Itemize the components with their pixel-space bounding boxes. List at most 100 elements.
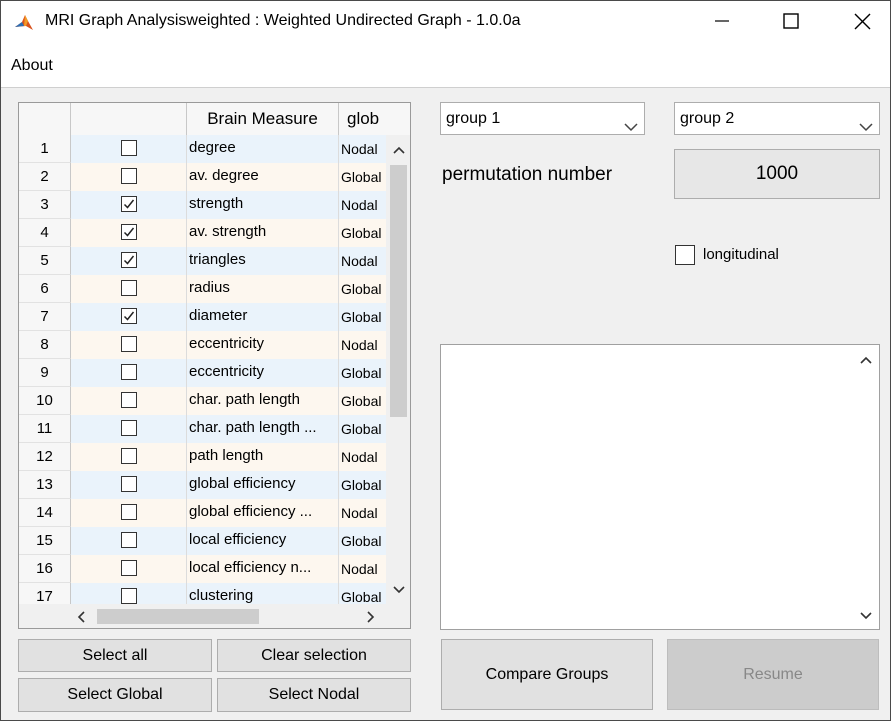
measure-type[interactable]: Nodal (339, 555, 386, 583)
measure-type[interactable]: Nodal (339, 499, 386, 527)
table-row[interactable]: 12 path length Nodal (19, 443, 386, 471)
measure-checkbox[interactable] (121, 224, 137, 240)
measure-type[interactable]: Nodal (339, 191, 386, 219)
table-row[interactable]: 1 degree Nodal (19, 135, 386, 163)
measure-name[interactable]: char. path length (187, 387, 339, 415)
scroll-left-icon[interactable] (77, 610, 85, 627)
measure-name[interactable]: strength (187, 191, 339, 219)
measure-name[interactable]: local efficiency (187, 527, 339, 555)
select-nodal-button[interactable]: Select Nodal (217, 678, 411, 712)
table-row[interactable]: 10 char. path length Global (19, 387, 386, 415)
measure-name[interactable]: clustering (187, 583, 339, 604)
scroll-down-icon[interactable] (859, 609, 873, 623)
measure-name[interactable]: radius (187, 275, 339, 303)
measure-checkbox[interactable] (121, 476, 137, 492)
row-number: 12 (19, 443, 71, 471)
table-row[interactable]: 13 global efficiency Global (19, 471, 386, 499)
scroll-up-icon[interactable] (390, 141, 407, 158)
clear-selection-button[interactable]: Clear selection (217, 639, 411, 672)
measure-name[interactable]: eccentricity (187, 331, 339, 359)
vertical-scroll-thumb[interactable] (390, 165, 407, 417)
measure-checkbox[interactable] (121, 196, 137, 212)
output-log-area[interactable] (440, 344, 880, 630)
measure-type[interactable]: Global (339, 303, 386, 331)
measure-name[interactable]: av. degree (187, 163, 339, 191)
row-number: 11 (19, 415, 71, 443)
measure-checkbox[interactable] (121, 588, 137, 604)
header-brain-measure[interactable]: Brain Measure (187, 103, 339, 135)
measure-name[interactable]: local efficiency n... (187, 555, 339, 583)
measure-type[interactable]: Global (339, 471, 386, 499)
measure-checkbox[interactable] (121, 504, 137, 520)
permutation-number-field[interactable]: 1000 (674, 149, 880, 199)
table-row[interactable]: 11 char. path length ... Global (19, 415, 386, 443)
maximize-button[interactable] (756, 1, 826, 45)
measure-checkbox[interactable] (121, 336, 137, 352)
scroll-right-icon[interactable] (367, 610, 375, 627)
measure-name[interactable]: path length (187, 443, 339, 471)
measure-type[interactable]: Global (339, 583, 386, 604)
select-all-button[interactable]: Select all (18, 639, 212, 672)
table-row[interactable]: 2 av. degree Global (19, 163, 386, 191)
group1-select[interactable]: group 1 (440, 102, 645, 135)
group2-select[interactable]: group 2 (674, 102, 880, 135)
measure-name[interactable]: global efficiency (187, 471, 339, 499)
table-row[interactable]: 7 diameter Global (19, 303, 386, 331)
table-row[interactable]: 14 global efficiency ... Nodal (19, 499, 386, 527)
table-row[interactable]: 15 local efficiency Global (19, 527, 386, 555)
measure-type[interactable]: Nodal (339, 247, 386, 275)
select-global-button[interactable]: Select Global (18, 678, 212, 712)
measure-checkbox[interactable] (121, 280, 137, 296)
close-button[interactable] (827, 1, 890, 45)
menu-about[interactable]: About (11, 57, 53, 75)
measure-type[interactable]: Nodal (339, 331, 386, 359)
table-vertical-scrollbar[interactable] (386, 135, 410, 604)
measure-type[interactable]: Global (339, 219, 386, 247)
measure-type[interactable]: Global (339, 387, 386, 415)
row-number: 14 (19, 499, 71, 527)
table-row[interactable]: 4 av. strength Global (19, 219, 386, 247)
measure-name[interactable]: triangles (187, 247, 339, 275)
maximize-icon (783, 13, 799, 33)
measure-checkbox[interactable] (121, 448, 137, 464)
measure-name[interactable]: diameter (187, 303, 339, 331)
measure-name[interactable]: eccentricity (187, 359, 339, 387)
measure-name[interactable]: char. path length ... (187, 415, 339, 443)
measure-name[interactable]: global efficiency ... (187, 499, 339, 527)
measure-checkbox[interactable] (121, 252, 137, 268)
table-row[interactable]: 3 strength Nodal (19, 191, 386, 219)
measure-type[interactable]: Nodal (339, 443, 386, 471)
measure-checkbox[interactable] (121, 420, 137, 436)
minimize-button[interactable] (687, 1, 757, 45)
horizontal-scroll-thumb[interactable] (97, 609, 259, 624)
scroll-up-icon[interactable] (859, 353, 873, 367)
compare-groups-button[interactable]: Compare Groups (441, 639, 653, 710)
measure-type[interactable]: Global (339, 275, 386, 303)
measure-checkbox[interactable] (121, 364, 137, 380)
measure-checkbox[interactable] (121, 168, 137, 184)
measure-type[interactable]: Global (339, 415, 386, 443)
measure-type[interactable]: Global (339, 527, 386, 555)
measure-checkbox[interactable] (121, 308, 137, 324)
measure-name[interactable]: av. strength (187, 219, 339, 247)
scroll-down-icon[interactable] (390, 581, 407, 598)
longitudinal-checkbox[interactable] (675, 245, 695, 265)
measure-checkbox[interactable] (121, 560, 137, 576)
table-row[interactable]: 8 eccentricity Nodal (19, 331, 386, 359)
table-horizontal-scrollbar[interactable] (19, 604, 386, 628)
group2-value: group 2 (680, 110, 735, 127)
measure-checkbox[interactable] (121, 532, 137, 548)
table-row[interactable]: 5 triangles Nodal (19, 247, 386, 275)
table-row[interactable]: 16 local efficiency n... Nodal (19, 555, 386, 583)
measure-type[interactable]: Global (339, 359, 386, 387)
table-row[interactable]: 9 eccentricity Global (19, 359, 386, 387)
table-row[interactable]: 17 clustering Global (19, 583, 386, 604)
measure-checkbox[interactable] (121, 140, 137, 156)
measure-type[interactable]: Nodal (339, 135, 386, 163)
header-measure-type[interactable]: glob (339, 103, 410, 135)
measure-name[interactable]: degree (187, 135, 339, 163)
header-select[interactable] (71, 103, 187, 135)
measure-checkbox[interactable] (121, 392, 137, 408)
table-row[interactable]: 6 radius Global (19, 275, 386, 303)
measure-type[interactable]: Global (339, 163, 386, 191)
